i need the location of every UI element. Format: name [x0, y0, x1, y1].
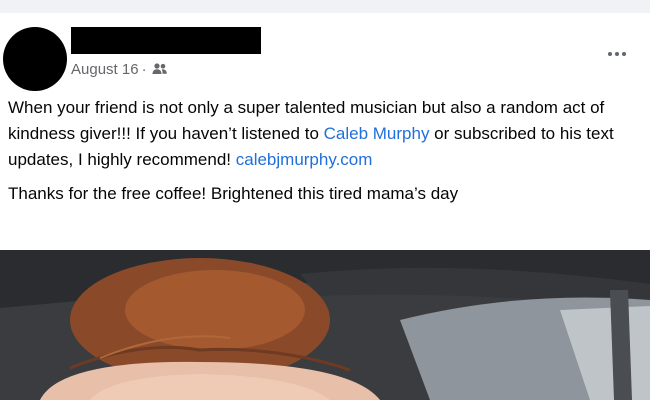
meta-separator: · — [141, 60, 147, 78]
avatar-redacted[interactable] — [3, 27, 67, 91]
post-body: When your friend is not only a super tal… — [8, 95, 638, 207]
more-horizontal-icon — [615, 52, 619, 56]
website-link[interactable]: calebjmurphy.com — [236, 150, 373, 169]
more-horizontal-icon — [622, 52, 626, 56]
post-photo[interactable] — [0, 250, 650, 400]
post-paragraph-1: When your friend is not only a super tal… — [8, 95, 638, 173]
author-name-redacted[interactable] — [71, 27, 261, 54]
post-meta: August 16 · — [71, 60, 169, 78]
post-card: August 16 · When your friend is not only… — [0, 13, 650, 400]
more-options-button[interactable] — [602, 49, 632, 59]
post-paragraph-2: Thanks for the free coffee! Brightened t… — [8, 184, 459, 203]
post-date[interactable]: August 16 — [71, 61, 139, 78]
feed-background — [0, 0, 650, 13]
friends-icon[interactable] — [151, 62, 169, 76]
profile-link-caleb-murphy[interactable]: Caleb Murphy — [324, 124, 430, 143]
more-horizontal-icon — [608, 52, 612, 56]
